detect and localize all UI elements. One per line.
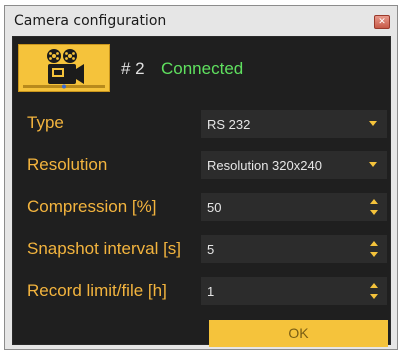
resolution-label: Resolution	[27, 155, 108, 174]
record-limit-label: Record limit/file [h]	[27, 281, 167, 300]
spinner-arrows-icon[interactable]	[370, 241, 378, 257]
close-icon: ✕	[378, 17, 386, 27]
window-title: Camera configuration	[14, 13, 167, 29]
camera-logo	[18, 44, 110, 92]
type-value: RS 232	[207, 117, 251, 132]
resolution-value: Resolution 320x240	[207, 158, 322, 173]
config-panel: # 2 Connected Type RS 232 Resolution Res…	[12, 36, 391, 347]
film-camera-icon	[23, 49, 105, 89]
close-button[interactable]: ✕	[374, 15, 390, 29]
type-dropdown[interactable]: RS 232	[201, 110, 387, 138]
type-label: Type	[27, 113, 64, 132]
chevron-down-icon	[369, 121, 377, 126]
ok-button[interactable]: OK	[209, 320, 388, 347]
compression-label: Compression [%]	[27, 197, 157, 216]
snapshot-interval-value: 5	[207, 242, 215, 257]
camera-config-window: Camera configuration ✕ # 2 Connected Typ…	[4, 5, 398, 350]
snapshot-interval-stepper[interactable]: 5	[201, 235, 387, 263]
compression-stepper[interactable]: 50	[201, 193, 387, 221]
record-limit-stepper[interactable]: 1	[201, 277, 387, 305]
title-bar[interactable]: Camera configuration ✕	[5, 6, 397, 36]
resolution-dropdown[interactable]: Resolution 320x240	[201, 151, 387, 179]
spinner-arrows-icon[interactable]	[370, 199, 378, 215]
connection-status: Connected	[161, 59, 244, 78]
spinner-arrows-icon[interactable]	[370, 283, 378, 299]
record-limit-value: 1	[207, 284, 215, 299]
compression-value: 50	[207, 200, 222, 215]
camera-number: # 2	[121, 59, 145, 78]
snapshot-interval-label: Snapshot interval [s]	[27, 239, 182, 258]
chevron-down-icon	[369, 162, 377, 167]
